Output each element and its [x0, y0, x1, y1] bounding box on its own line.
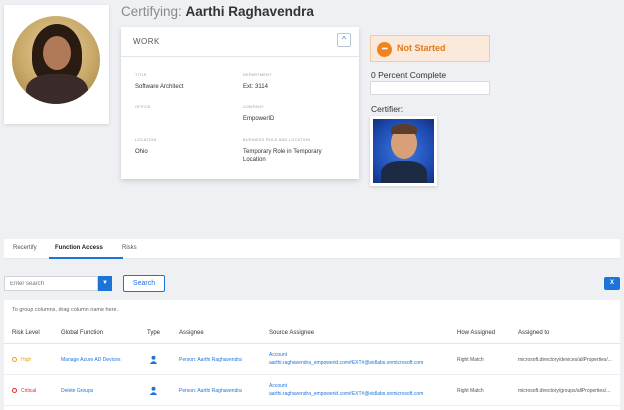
field-value: Software Architect [135, 84, 184, 90]
avatar [12, 16, 100, 104]
field-label: TITLE [135, 73, 147, 77]
collapse-button[interactable]: ^ [337, 33, 351, 47]
table-row[interactable]: High Manage Azure AD Devices Person: Aar… [4, 344, 620, 375]
grid-header: Risk Level Global Function Type Assignee… [4, 324, 620, 344]
ellipsis-icon: ••• [377, 42, 392, 57]
global-function-link[interactable]: Delete Groups [61, 388, 93, 394]
column-header-source-assignee[interactable]: Source Assignee [269, 330, 314, 336]
group-hint[interactable]: To group columns, drag column name here. [12, 307, 118, 313]
assignee-link[interactable]: Person: Aarthi Raghavendra [179, 357, 242, 363]
profile-card [4, 5, 109, 124]
certifier-label: Certifier: [371, 104, 404, 114]
field-company: COMPANY EmpowerID [243, 105, 274, 124]
tab-function-access[interactable]: Function Access [55, 245, 103, 251]
excel-export-button[interactable]: X [604, 277, 620, 290]
tab-risks[interactable]: Risks [122, 245, 137, 251]
risk-level: High [21, 357, 32, 363]
status-badge: ••• Not Started [370, 35, 490, 62]
assigned-to: microsoft.directory/groups/allProperties… [518, 388, 611, 394]
field-value: EmpowerID [243, 116, 275, 122]
search-input[interactable] [4, 276, 98, 291]
column-header-how-assigned[interactable]: How Assigned [457, 330, 495, 336]
source-assignee-type[interactable]: Account [269, 352, 287, 358]
source-assignee-type[interactable]: Account [269, 383, 287, 389]
tab-recertify[interactable]: Recertify [13, 245, 37, 251]
person-icon [149, 386, 158, 395]
certifier-avatar [370, 116, 437, 186]
table-row[interactable]: Critical Delete Groups Person: Aarthi Ra… [4, 375, 620, 406]
field-label: LOCATION [135, 138, 157, 142]
field-location: LOCATION Ohio [135, 138, 157, 157]
active-tab-indicator [49, 257, 123, 259]
search-button[interactable]: Search [123, 275, 165, 292]
work-card: WORK ^ TITLE Software Architect DEPARTME… [121, 27, 359, 179]
assigned-to: microsoft.directory/devices/allPropertie… [518, 357, 612, 363]
page-title: Certifying: Aarthi Raghavendra [121, 4, 314, 19]
risk-level: Critical [21, 388, 37, 394]
global-function-link[interactable]: Manage Azure AD Devices [61, 357, 120, 363]
field-value: Temporary Role in Temporary Location [243, 149, 322, 163]
work-section-title: WORK [121, 27, 359, 57]
critical-icon [12, 388, 17, 393]
field-label: OFFICE [135, 105, 151, 109]
field-department: DEPARTMENT Ext: 3114 [243, 73, 272, 92]
source-assignee-link[interactable]: aarthi.raghavendra_empowerid.com#EXT#@ei… [269, 360, 423, 366]
field-office: OFFICE [135, 105, 151, 116]
chevron-up-icon: ^ [342, 35, 346, 44]
function-access-grid: To group columns, drag column name here.… [4, 300, 620, 410]
column-header-type[interactable]: Type [147, 330, 160, 336]
field-label: BUSINESS ROLE AND LOCATION [243, 138, 311, 142]
field-label: COMPANY [243, 105, 265, 109]
search-dropdown-button[interactable]: ▼ [98, 276, 112, 291]
field-business-role: BUSINESS ROLE AND LOCATION Temporary Rol… [243, 138, 343, 164]
tab-bar: Recertify Function Access Risks [4, 239, 620, 259]
percent-complete-label: 0 Percent Complete [371, 70, 447, 80]
person-icon [149, 355, 158, 364]
column-header-global-function[interactable]: Global Function [61, 330, 103, 336]
source-assignee-link[interactable]: aarthi.raghavendra_empowerid.com#EXT#@ei… [269, 391, 423, 397]
how-assigned: Right Match [457, 388, 484, 394]
column-header-assigned-to[interactable]: Assigned to [518, 330, 549, 336]
column-header-assignee[interactable]: Assignee [179, 330, 204, 336]
title-prefix: Certifying: [121, 4, 182, 19]
warning-icon [12, 357, 17, 362]
how-assigned: Right Match [457, 357, 484, 363]
field-label: DEPARTMENT [243, 73, 272, 77]
progress-bar [370, 81, 490, 95]
chevron-down-icon: ▼ [102, 280, 108, 286]
excel-icon: X [609, 280, 614, 286]
status-label: Not Started [397, 43, 446, 53]
field-value: Ext: 3114 [243, 84, 268, 90]
person-name: Aarthi Raghavendra [185, 4, 314, 19]
field-value: Ohio [135, 149, 148, 155]
field-title: TITLE Software Architect [135, 73, 183, 92]
column-header-risk-level[interactable]: Risk Level [12, 330, 40, 336]
assignee-link[interactable]: Person: Aarthi Raghavendra [179, 388, 242, 394]
